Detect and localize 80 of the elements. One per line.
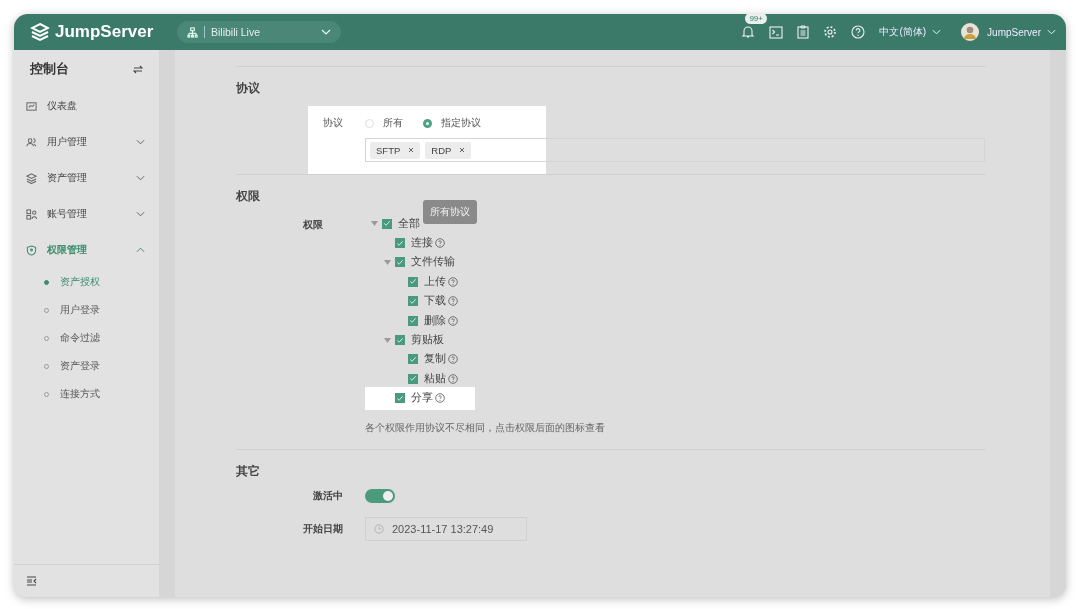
tree-node[interactable]: 文件传输 <box>365 252 475 273</box>
avatar-icon[interactable] <box>961 23 980 41</box>
organization-selector[interactable]: Bilibili Live <box>177 21 341 43</box>
caret-icon <box>321 29 331 35</box>
swap-icon[interactable] <box>133 64 143 74</box>
tooltip: 所有协议 <box>423 200 477 224</box>
caret-icon <box>1047 29 1056 35</box>
caret-icon[interactable] <box>371 221 378 227</box>
org-icon <box>187 26 198 38</box>
checkbox[interactable] <box>408 276 418 287</box>
checkbox[interactable] <box>408 315 418 326</box>
nav-icon <box>26 208 37 220</box>
scrollbar-track[interactable] <box>1050 50 1066 597</box>
notification-badge: 99+ <box>745 14 767 24</box>
checkbox[interactable] <box>408 354 418 365</box>
sidebar-subitem[interactable]: 连接方式 <box>14 380 159 408</box>
close-icon[interactable] <box>459 147 466 153</box>
nav-icon <box>26 136 37 148</box>
radio-option[interactable]: 指定协议 <box>423 116 481 130</box>
language-selector[interactable]: 中文(简体) <box>879 25 927 39</box>
bell-icon[interactable] <box>741 25 756 39</box>
protocol-tag[interactable]: SFTP <box>370 141 421 159</box>
checkbox[interactable] <box>408 296 418 307</box>
help-icon[interactable] <box>448 276 458 287</box>
checkbox[interactable] <box>395 393 405 403</box>
tree-node[interactable]: 剪贴板 <box>365 330 475 350</box>
settings-icon[interactable] <box>823 25 838 39</box>
sidebar-item[interactable]: 账号管理 <box>14 196 159 232</box>
field-label: 开始日期 <box>302 521 343 536</box>
logo-text: JumpServer <box>55 22 154 42</box>
section-title: 权限 <box>236 189 261 204</box>
checkbox[interactable] <box>408 373 418 384</box>
nav-icon <box>26 172 37 184</box>
sidebar-subitem[interactable]: 命令过滤 <box>14 324 159 352</box>
sidebar-item[interactable]: 用户管理 <box>14 124 159 160</box>
active-toggle[interactable] <box>365 488 395 503</box>
nav-icon <box>26 244 37 256</box>
section-title: 协议 <box>236 81 261 96</box>
tree-node[interactable]: 复制 <box>365 349 475 370</box>
field-label: 激活中 <box>312 488 343 503</box>
sidebar-item[interactable]: 资产管理 <box>14 160 159 196</box>
user-menu[interactable]: JumpServer <box>987 26 1041 38</box>
logo-icon <box>30 22 50 42</box>
checkbox[interactable] <box>395 238 405 249</box>
field-label: 协议 <box>322 116 343 130</box>
protocol-tag[interactable]: RDP <box>425 141 472 159</box>
terminal-icon[interactable] <box>769 25 784 39</box>
hint-text: 各个权限作用协议不尽相同，点击权限后面的图标查看 <box>365 420 605 435</box>
sidebar-title: 控制台 <box>30 60 69 78</box>
tree-node[interactable]: 连接 <box>365 233 475 253</box>
help-icon[interactable] <box>448 354 458 365</box>
field-label: 权限 <box>302 218 323 232</box>
help-icon[interactable] <box>448 296 458 307</box>
caret-icon <box>932 29 942 35</box>
sidebar-subitem[interactable]: 用户登录 <box>14 296 159 324</box>
help-icon[interactable] <box>448 315 458 326</box>
checkbox[interactable] <box>395 335 405 346</box>
clipboard-icon[interactable] <box>797 25 810 39</box>
nav-icon <box>26 100 37 112</box>
caret-icon[interactable] <box>384 259 391 265</box>
checkbox[interactable] <box>382 218 392 229</box>
tree-node[interactable]: 下载 <box>365 291 475 311</box>
help-icon[interactable] <box>435 238 445 249</box>
tree-node[interactable]: 删除 <box>365 310 475 331</box>
date-field[interactable]: 2023-11-17 13:27:49 <box>365 516 527 541</box>
close-icon[interactable] <box>408 147 415 153</box>
help-icon[interactable] <box>448 373 458 384</box>
sidebar-item[interactable]: 仪表盘 <box>14 88 159 124</box>
checkbox[interactable] <box>395 257 405 268</box>
sidebar-subitem[interactable]: 资产登录 <box>14 352 159 380</box>
protocol-tag-field[interactable]: SFTP RDP <box>365 138 985 162</box>
section-title: 其它 <box>236 463 261 479</box>
tree-node[interactable]: 上传 <box>365 272 475 292</box>
tree-node[interactable]: 分享 <box>365 386 475 410</box>
caret-icon[interactable] <box>384 337 391 343</box>
radio-option[interactable]: 所有 <box>365 116 403 130</box>
help-icon[interactable] <box>435 393 445 403</box>
clock-icon <box>374 523 384 534</box>
tree-node[interactable]: 粘贴 <box>365 369 475 389</box>
collapse-icon[interactable] <box>26 576 37 586</box>
